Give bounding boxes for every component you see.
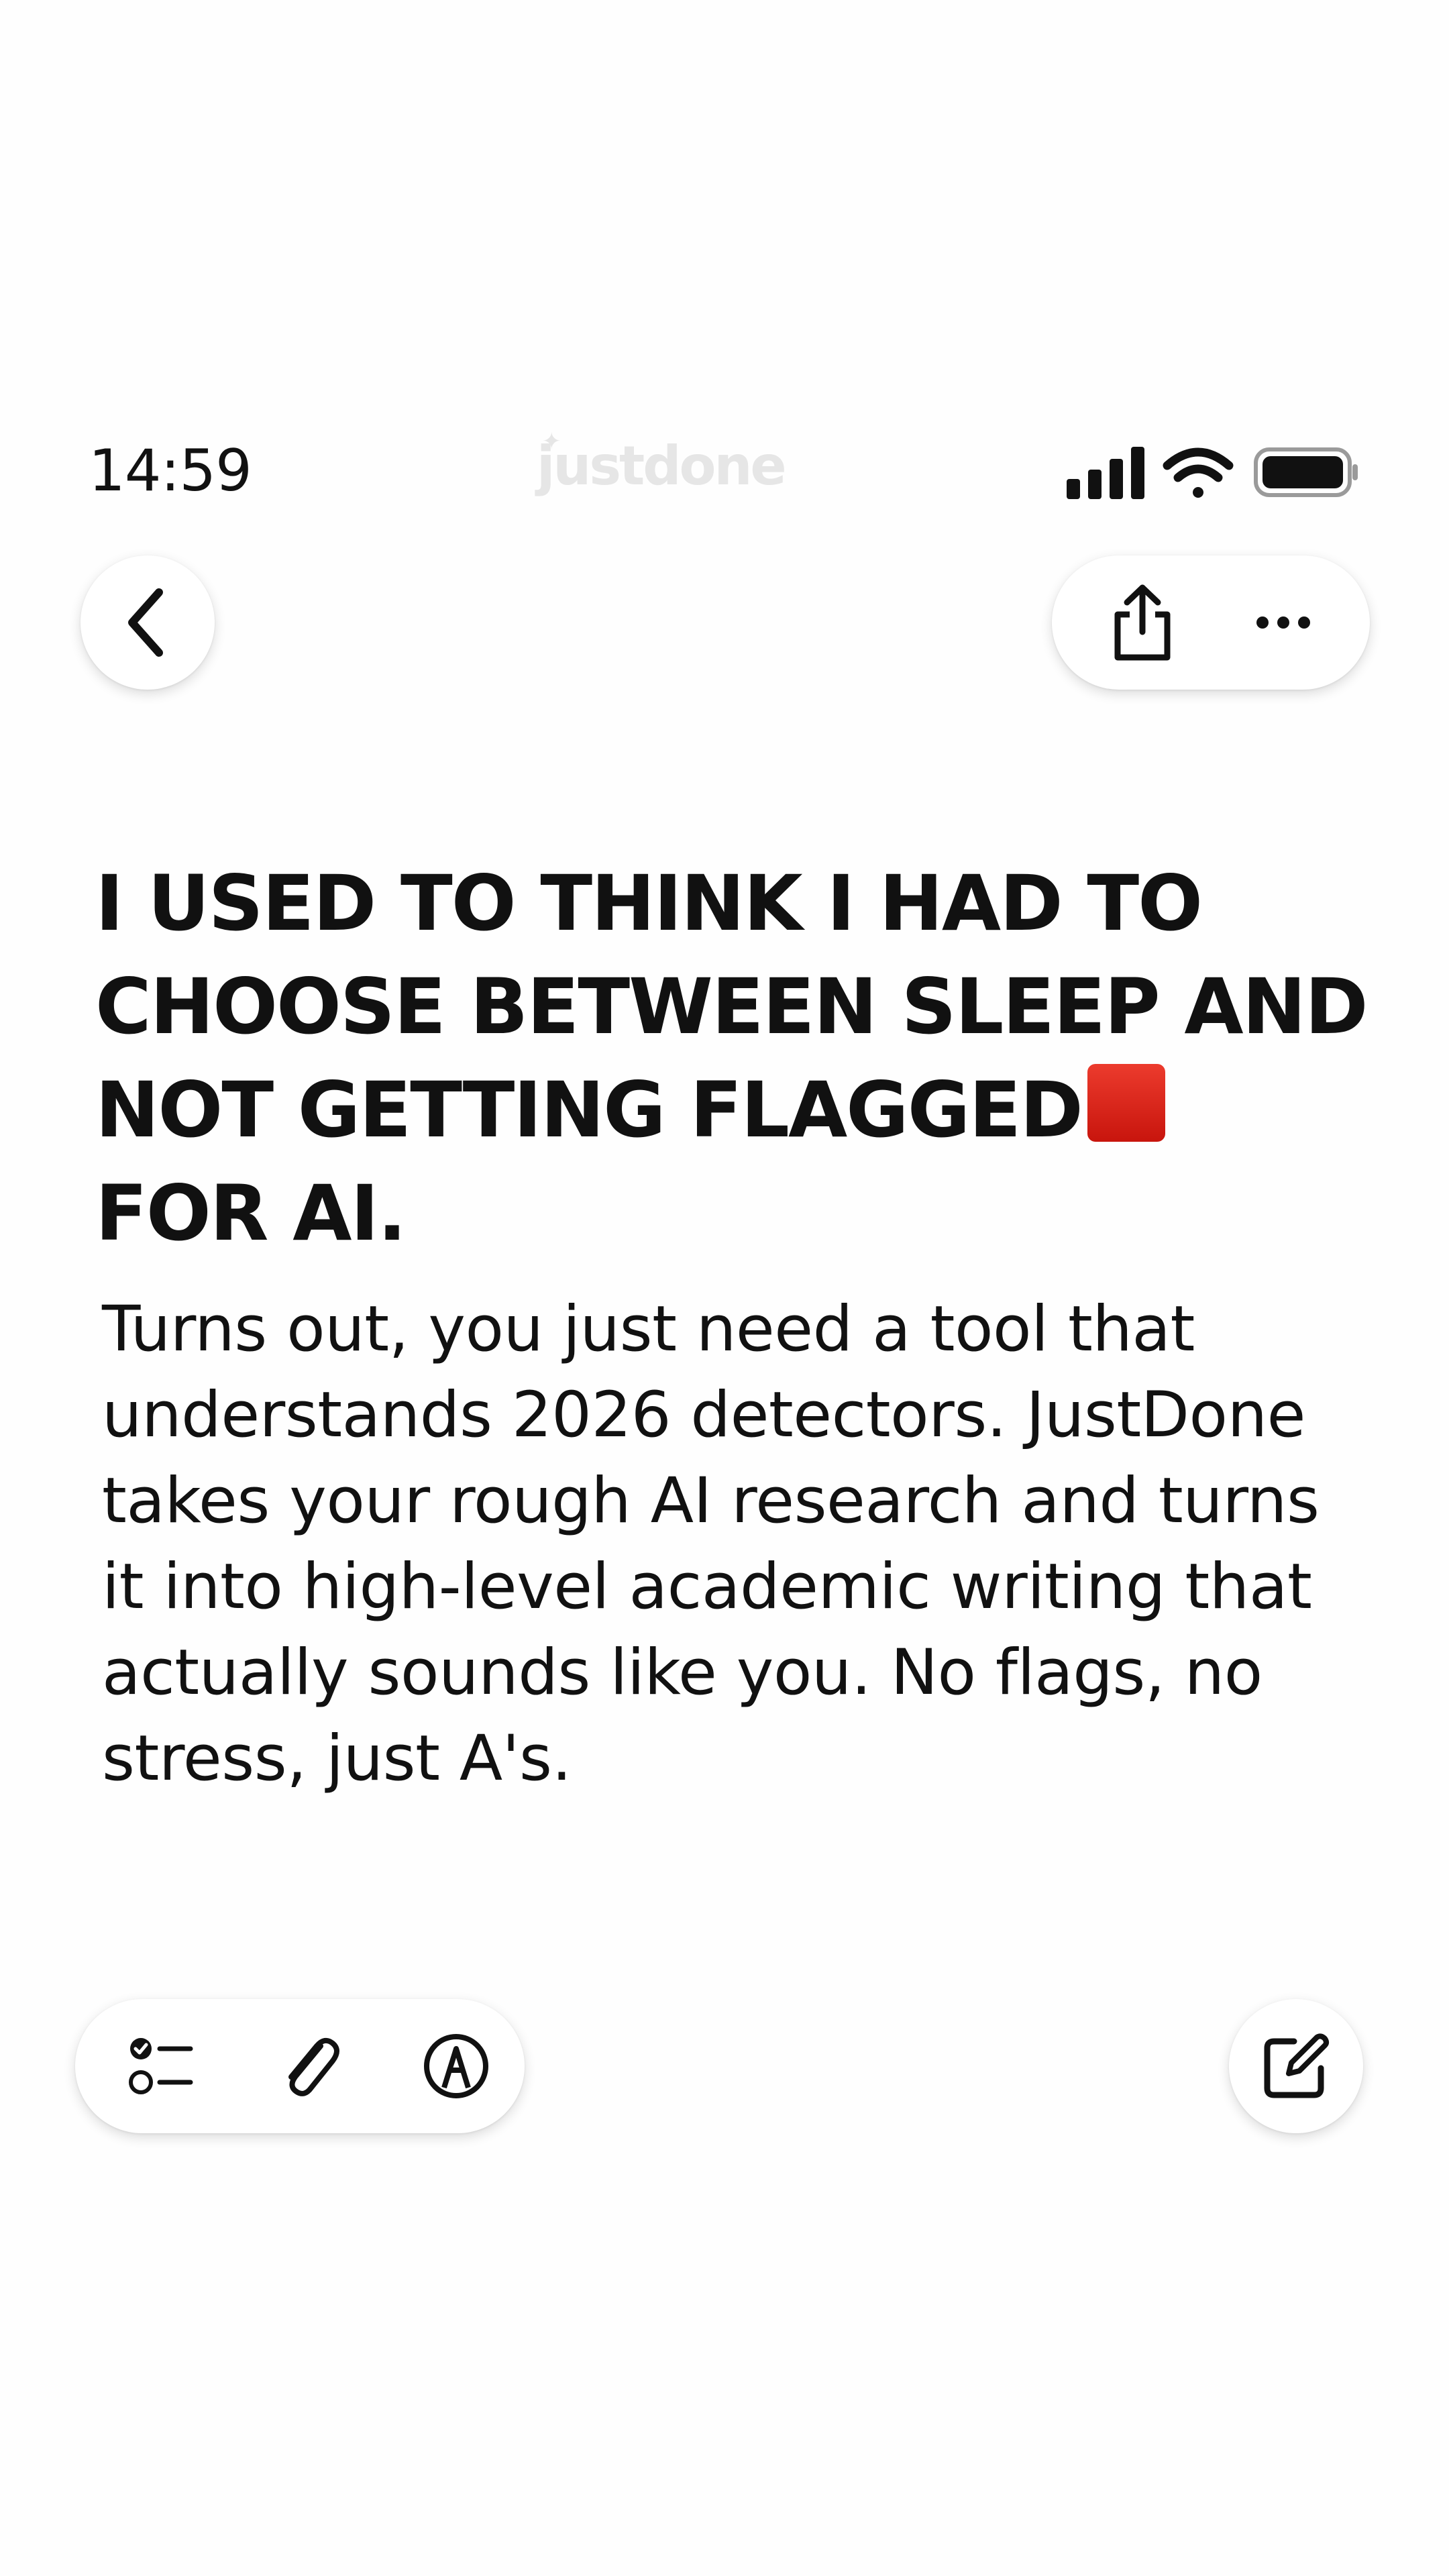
chevron-left-icon [128, 588, 163, 657]
attachment-button[interactable] [268, 2026, 349, 2106]
note-headline[interactable]: I USED TO THINK I HAD TO CHOOSE BETWEEN … [95, 852, 1370, 1265]
checklist-button[interactable] [121, 2026, 201, 2106]
more-button[interactable] [1246, 596, 1320, 649]
cellular-signal-icon [1067, 447, 1144, 499]
share-button[interactable] [1106, 582, 1179, 663]
red-square-icon [1087, 1064, 1165, 1142]
status-time: 14:59 [89, 437, 252, 504]
status-bar: 14:59 ✦ justdone [0, 423, 1449, 510]
headline-text: I USED TO THINK I HAD TO CHOOSE BETWEEN … [95, 859, 1368, 1155]
markup-button[interactable] [416, 2026, 496, 2106]
compose-icon [1264, 2033, 1329, 2098]
headline-tail: FOR AI. [95, 1169, 407, 1258]
checklist-icon [129, 2038, 193, 2094]
status-icons [1067, 441, 1362, 502]
brand-watermark: justdone [537, 435, 787, 497]
battery-icon [1254, 447, 1358, 497]
compose-button[interactable] [1229, 1999, 1363, 2133]
note-body[interactable]: Turns out, you just need a tool that und… [102, 1287, 1377, 1802]
share-icon [1114, 584, 1171, 661]
markup-icon [424, 2034, 488, 2098]
bottom-tools-pill [75, 1999, 525, 2133]
more-icon [1256, 616, 1310, 629]
wifi-icon [1163, 447, 1234, 498]
back-button[interactable] [80, 555, 215, 690]
actions-pill [1052, 555, 1370, 690]
paperclip-icon [288, 2037, 339, 2096]
